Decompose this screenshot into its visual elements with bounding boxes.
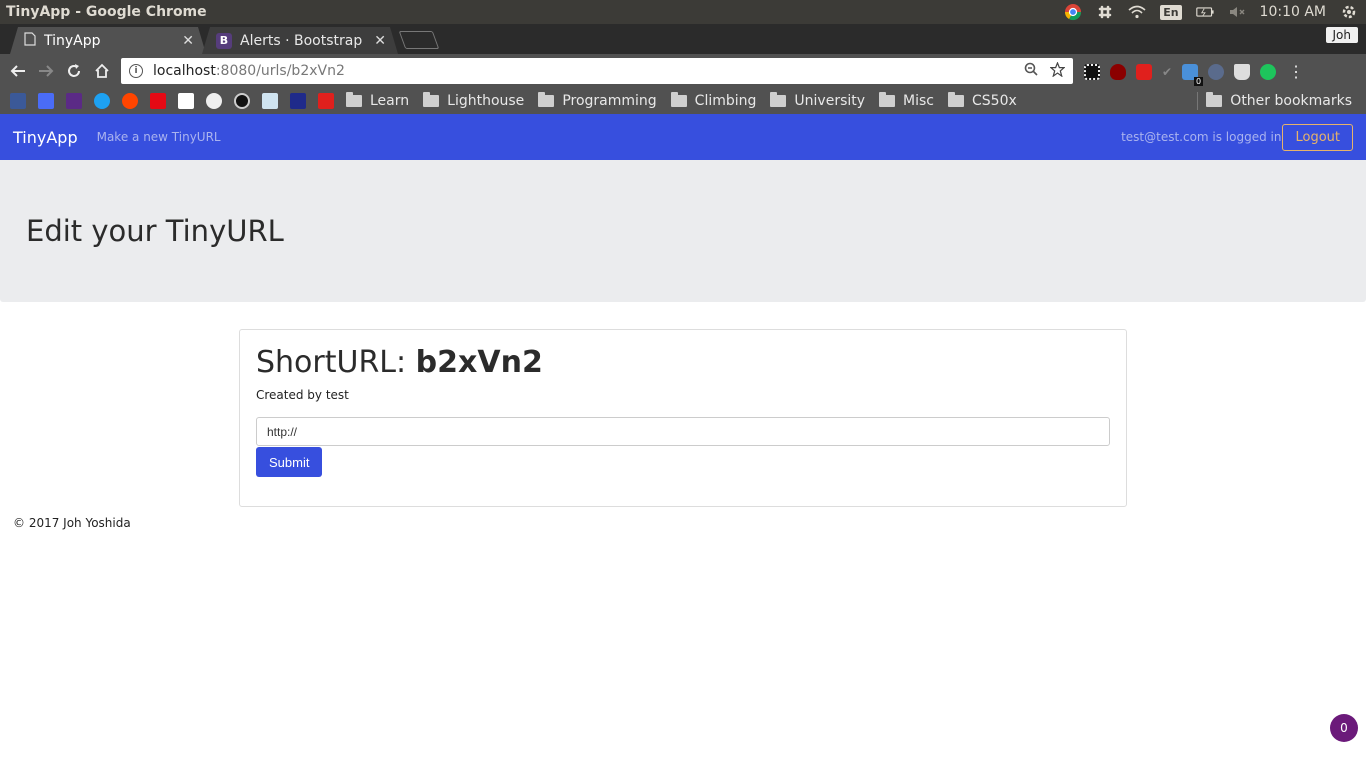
settings-gear-icon[interactable] [1340,3,1358,21]
close-icon[interactable]: ✕ [182,33,194,49]
browser-toolbar: i localhost :8080/urls/b2xVn2 ✔ 0 ⋮ [0,54,1366,88]
page-viewport: TinyApp Make a new TinyURL test@test.com… [0,114,1366,768]
tab-alerts-bootstrap[interactable]: B Alerts · Bootstrap ✕ [202,27,398,54]
new-tinyurl-link[interactable]: Make a new TinyURL [97,130,221,144]
ext-badge: 0 [1193,76,1204,86]
edit-url-card: ShortURL: b2xVn2 Created by test Submit [239,329,1127,507]
lastpass-bookmark-icon[interactable] [318,93,334,109]
back-arrow-icon[interactable] [4,57,32,85]
forward-arrow-icon[interactable] [32,57,60,85]
os-top-bar: TinyApp - Google Chrome En 10:10 AM [0,0,1366,24]
keyboard-language-indicator[interactable]: En [1160,4,1182,20]
inbox-icon[interactable] [38,93,54,109]
netflix-icon[interactable] [150,93,166,109]
short-url-code: b2xVn2 [415,345,543,380]
slack-icon[interactable] [1096,3,1114,21]
folder-icon [1206,92,1223,107]
new-tab-button[interactable] [398,31,440,49]
lastpass-icon[interactable] [1136,63,1152,80]
zoom-icon[interactable] [1024,62,1038,81]
bookmarks-bar: Learn Lighthouse Programming Climbing Un… [0,88,1366,114]
image-icon[interactable] [262,93,278,109]
ublock-icon[interactable] [1110,63,1126,80]
battery-icon[interactable] [1195,3,1214,21]
window-title: TinyApp - Google Chrome [6,4,207,20]
submit-button[interactable]: Submit [256,447,323,477]
tab-tinyapp[interactable]: TinyApp ✕ [10,27,206,54]
page-title: Edit your TinyURL [26,214,284,248]
brand-link[interactable]: TinyApp [13,128,78,147]
bookmark-folder-learn[interactable]: Learn [346,92,409,109]
blocked-icon[interactable] [234,93,250,109]
facebook-icon[interactable] [10,93,26,109]
address-bar[interactable]: i localhost :8080/urls/b2xVn2 [121,58,1073,84]
menu-kebab-icon[interactable]: ⋮ [1288,62,1304,81]
reload-icon[interactable] [60,57,88,85]
folder-icon [948,92,964,107]
checkmark-icon[interactable]: ✔ [1162,65,1172,79]
created-by-text: Created by test [256,388,349,402]
jumbotron: Edit your TinyURL [0,160,1366,302]
wappalyzer-icon[interactable] [1208,63,1225,80]
folder-icon [670,92,687,107]
bookmark-folder-misc[interactable]: Misc [879,92,934,109]
home-icon[interactable] [88,57,116,85]
logout-button[interactable]: Logout [1282,123,1353,151]
github-icon[interactable] [206,93,222,109]
bookmark-folder-programming[interactable]: Programming [538,92,657,109]
wifi-icon[interactable] [1128,3,1146,21]
short-url-heading: ShortURL: b2xVn2 [256,345,543,380]
tab-label: Alerts · Bootstrap [240,32,363,49]
footer-copyright: © 2017 Joh Yoshida [13,516,131,530]
floating-notification-button[interactable]: 0 [1330,714,1358,742]
chrome-icon[interactable] [1064,3,1082,21]
bookmark-folder-lighthouse[interactable]: Lighthouse [423,92,524,109]
url-path: :8080/urls/b2xVn2 [215,63,345,79]
other-bookmarks[interactable]: Other bookmarks [1206,92,1352,109]
profile-button[interactable]: Joh [1325,27,1358,43]
browser-tab-strip: TinyApp ✕ B Alerts · Bootstrap ✕ Joh [0,24,1366,54]
folder-icon [538,92,555,107]
folder-icon [346,92,362,107]
bookmark-folder-climbing[interactable]: Climbing [670,92,756,109]
folder-icon [770,92,787,107]
long-url-input[interactable] [256,417,1110,446]
bootstrap-icon: B [216,33,232,49]
volume-muted-icon[interactable] [1228,3,1246,21]
close-icon[interactable]: ✕ [374,33,386,49]
soundcloud-icon[interactable] [122,93,138,109]
wikipedia-icon[interactable] [178,93,194,109]
url-host: localhost [153,63,216,79]
folder-icon [423,92,440,107]
folder-icon [879,92,896,107]
info-icon[interactable]: i [129,64,143,78]
tor-icon[interactable] [66,93,82,109]
system-tray: En 10:10 AM [1064,3,1366,21]
page-icon [24,32,36,50]
pushbullet-icon[interactable] [1260,63,1277,80]
ghostery-icon[interactable]: 0 [1182,63,1204,86]
calendar-icon[interactable] [290,93,306,109]
twitter-icon[interactable] [94,93,110,109]
logged-in-text: test@test.com is logged in [1121,130,1282,144]
bookmark-star-icon[interactable] [1049,60,1066,81]
extension-icons: ✔ 0 ⋮ [1084,62,1304,86]
bookmark-folder-cs50x[interactable]: CS50x [948,92,1017,109]
cup-icon[interactable] [1234,63,1251,80]
bookmark-folder-university[interactable]: University [770,92,865,109]
bookmarks-divider [1197,92,1198,110]
clock[interactable]: 10:10 AM [1260,4,1326,20]
app-navbar: TinyApp Make a new TinyURL test@test.com… [0,114,1366,160]
tab-label: TinyApp [44,32,101,49]
extension-grid-icon[interactable] [1084,63,1100,80]
